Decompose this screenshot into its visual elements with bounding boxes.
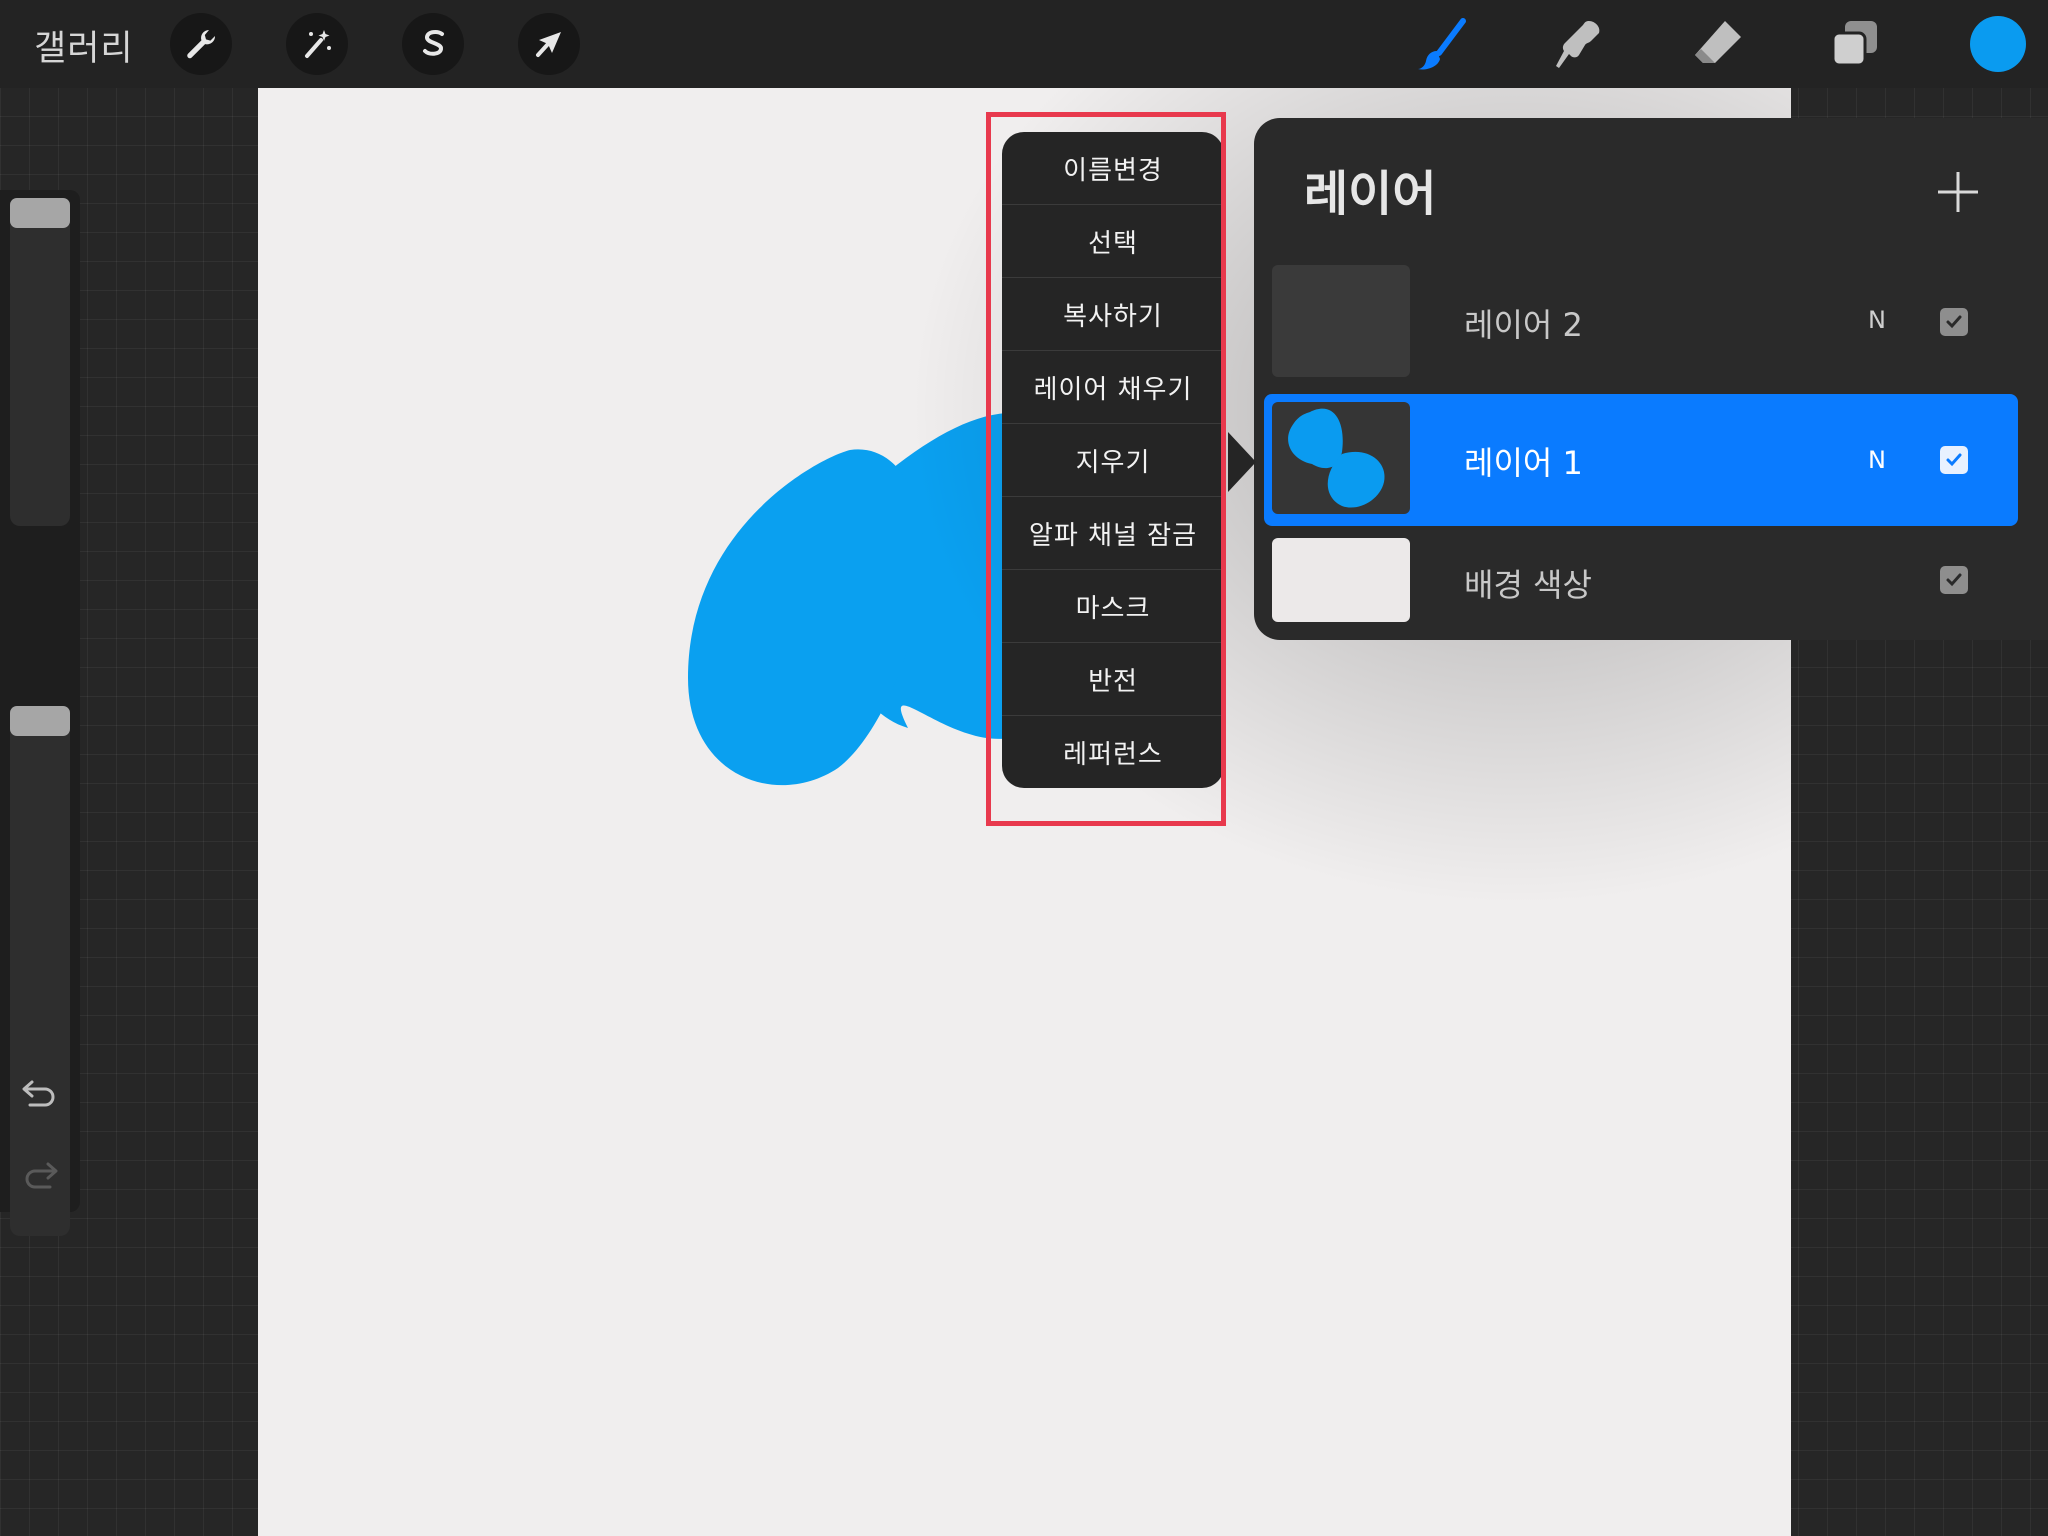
background-layer-row[interactable]: 배경 색상 bbox=[1264, 526, 2018, 638]
brush-size-handle[interactable] bbox=[10, 198, 70, 228]
top-toolbar: 갤러리 bbox=[0, 0, 2048, 88]
visibility-checkbox[interactable] bbox=[1940, 308, 1968, 336]
blend-mode-button[interactable]: N bbox=[1868, 306, 1886, 334]
eraser-icon[interactable] bbox=[1686, 14, 1748, 76]
undo-icon[interactable] bbox=[20, 1074, 60, 1114]
opacity-handle[interactable] bbox=[10, 706, 70, 736]
gallery-button[interactable]: 갤러리 bbox=[34, 20, 134, 71]
visibility-checkbox[interactable] bbox=[1940, 566, 1968, 594]
layer-row-selected[interactable]: 레이어 1 N bbox=[1264, 394, 2018, 526]
layer-row[interactable]: 레이어 2 N bbox=[1264, 258, 2018, 384]
color-picker-button[interactable] bbox=[1970, 16, 2026, 72]
background-color-thumbnail[interactable] bbox=[1272, 538, 1410, 622]
magic-wand-icon[interactable] bbox=[286, 13, 348, 75]
layers-icon[interactable] bbox=[1824, 14, 1886, 76]
layer-name: 레이어 1 bbox=[1464, 444, 1583, 482]
brush-size-slider[interactable] bbox=[10, 198, 70, 526]
highlight-annotation-box bbox=[986, 112, 1226, 826]
brush-icon[interactable] bbox=[1410, 14, 1472, 76]
layer-name: 배경 색상 bbox=[1464, 566, 1592, 604]
menu-pointer-arrow bbox=[1228, 432, 1256, 492]
layers-panel: 레이어 레이어 2 N 레이어 1 N 배경 색상 bbox=[1254, 118, 2048, 640]
layer-name: 레이어 2 bbox=[1464, 306, 1583, 344]
layer-thumbnail bbox=[1272, 265, 1410, 377]
selection-s-icon[interactable] bbox=[402, 13, 464, 75]
panel-title: 레이어 bbox=[1304, 166, 1437, 222]
wrench-icon[interactable] bbox=[170, 13, 232, 75]
layer-thumbnail bbox=[1272, 402, 1410, 514]
transform-arrow-icon[interactable] bbox=[518, 13, 580, 75]
add-layer-icon[interactable] bbox=[1930, 164, 1986, 220]
smudge-icon[interactable] bbox=[1548, 14, 1610, 76]
visibility-checkbox[interactable] bbox=[1940, 446, 1968, 474]
left-sidebar bbox=[0, 190, 80, 1236]
redo-icon[interactable] bbox=[20, 1156, 60, 1196]
blend-mode-button[interactable]: N bbox=[1868, 446, 1886, 474]
